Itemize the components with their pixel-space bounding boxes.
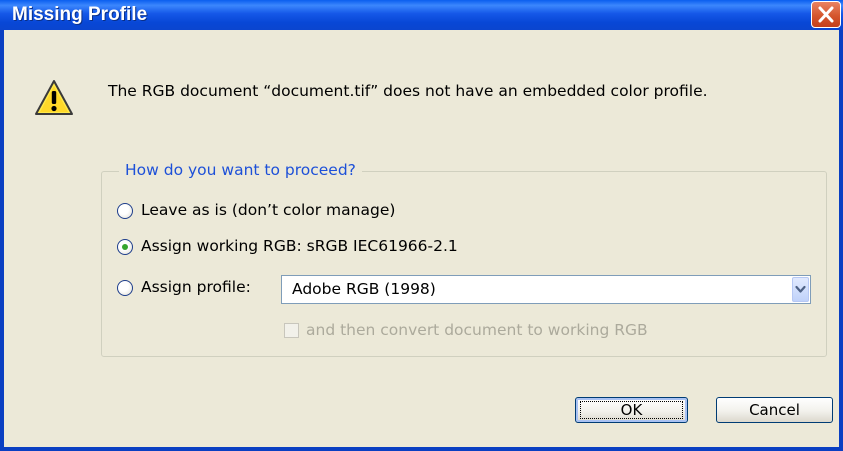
convert-checkbox[interactable] bbox=[284, 323, 299, 338]
radio-assign-working-rgb-label[interactable]: Assign working RGB: sRGB IEC61966-2.1 bbox=[141, 237, 458, 255]
cancel-button-label: Cancel bbox=[749, 401, 800, 419]
dialog-title: Missing Profile bbox=[12, 4, 148, 25]
cancel-button[interactable]: Cancel bbox=[716, 397, 833, 423]
message-text: The RGB document “document.tif” does not… bbox=[108, 82, 708, 100]
profile-select[interactable]: Adobe RGB (1998) bbox=[281, 275, 811, 304]
groupbox-legend: How do you want to proceed? bbox=[119, 161, 362, 179]
chevron-down-icon bbox=[795, 285, 806, 293]
title-bar[interactable]: Missing Profile bbox=[0, 0, 843, 30]
convert-checkbox-label: and then convert document to working RGB bbox=[306, 321, 648, 339]
close-icon bbox=[818, 6, 834, 23]
close-button[interactable] bbox=[811, 1, 841, 28]
radio-leave-as-is-label[interactable]: Leave as is (don’t color manage) bbox=[141, 201, 395, 219]
profile-select-dropdown-button[interactable] bbox=[792, 277, 809, 302]
radio-assign-profile-label[interactable]: Assign profile: bbox=[141, 278, 251, 296]
radio-selected-dot bbox=[122, 244, 128, 250]
radio-assign-profile[interactable] bbox=[117, 280, 133, 296]
focus-rectangle bbox=[580, 401, 683, 419]
profile-select-value: Adobe RGB (1998) bbox=[292, 280, 436, 298]
radio-leave-as-is[interactable] bbox=[117, 203, 133, 219]
warning-icon bbox=[35, 80, 73, 115]
ok-button[interactable]: OK bbox=[575, 397, 688, 423]
radio-assign-working-rgb[interactable] bbox=[117, 239, 133, 255]
